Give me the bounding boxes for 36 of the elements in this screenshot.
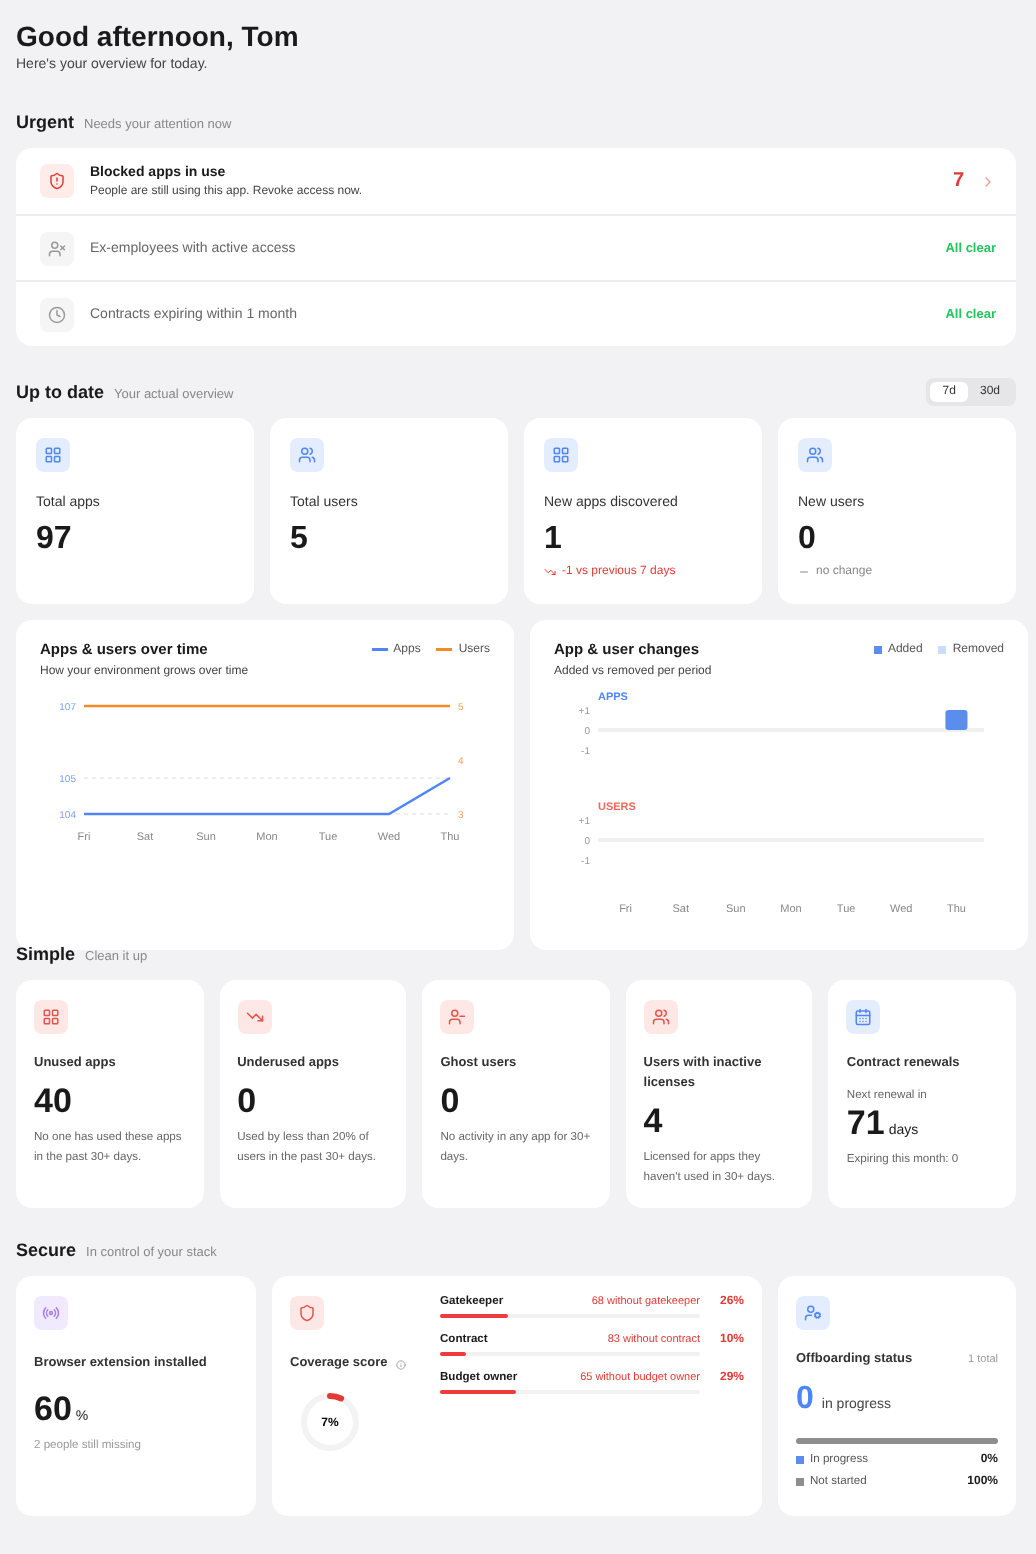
metric-value: 0 bbox=[796, 1382, 814, 1418]
trend-down-icon bbox=[544, 566, 556, 578]
signal-icon bbox=[34, 1296, 68, 1330]
shield-icon bbox=[290, 1296, 324, 1330]
users-icon bbox=[798, 438, 832, 472]
user-minus-icon bbox=[440, 1000, 475, 1034]
section-title: Simple bbox=[16, 944, 76, 964]
grid-icon bbox=[36, 438, 70, 472]
calendar-icon bbox=[846, 1000, 881, 1034]
stat-value: 1 bbox=[544, 522, 564, 558]
greeting-title: Good afternoon, Tom bbox=[16, 20, 301, 52]
chart-bar bbox=[945, 710, 968, 730]
metric-value: 40 bbox=[34, 1082, 74, 1122]
section-title: Secure bbox=[16, 1240, 77, 1260]
users-icon bbox=[290, 438, 324, 472]
metric-value: 0 bbox=[440, 1082, 462, 1122]
metric-value: 4 bbox=[643, 1102, 665, 1142]
coverage-donut bbox=[301, 1393, 359, 1451]
stat-value: 5 bbox=[290, 522, 310, 558]
users-icon bbox=[643, 1000, 678, 1034]
chart-down-icon bbox=[237, 1000, 272, 1034]
chevron-right-icon[interactable] bbox=[980, 173, 996, 189]
metric-value: 0 bbox=[237, 1082, 259, 1122]
grid-icon bbox=[34, 1000, 68, 1034]
user-icon bbox=[40, 231, 74, 265]
clock-icon bbox=[40, 297, 74, 331]
section-title: Urgent bbox=[16, 112, 74, 132]
stat-value: 0 bbox=[798, 522, 818, 558]
minus-icon bbox=[798, 566, 810, 578]
info-icon bbox=[395, 1359, 406, 1369]
alert-count: 7 bbox=[952, 170, 964, 192]
user-gear-icon bbox=[796, 1296, 830, 1330]
section-title: Up to date bbox=[16, 382, 104, 402]
grid-icon bbox=[544, 438, 578, 472]
stat-value: 97 bbox=[36, 522, 74, 558]
shield-icon bbox=[40, 164, 74, 198]
